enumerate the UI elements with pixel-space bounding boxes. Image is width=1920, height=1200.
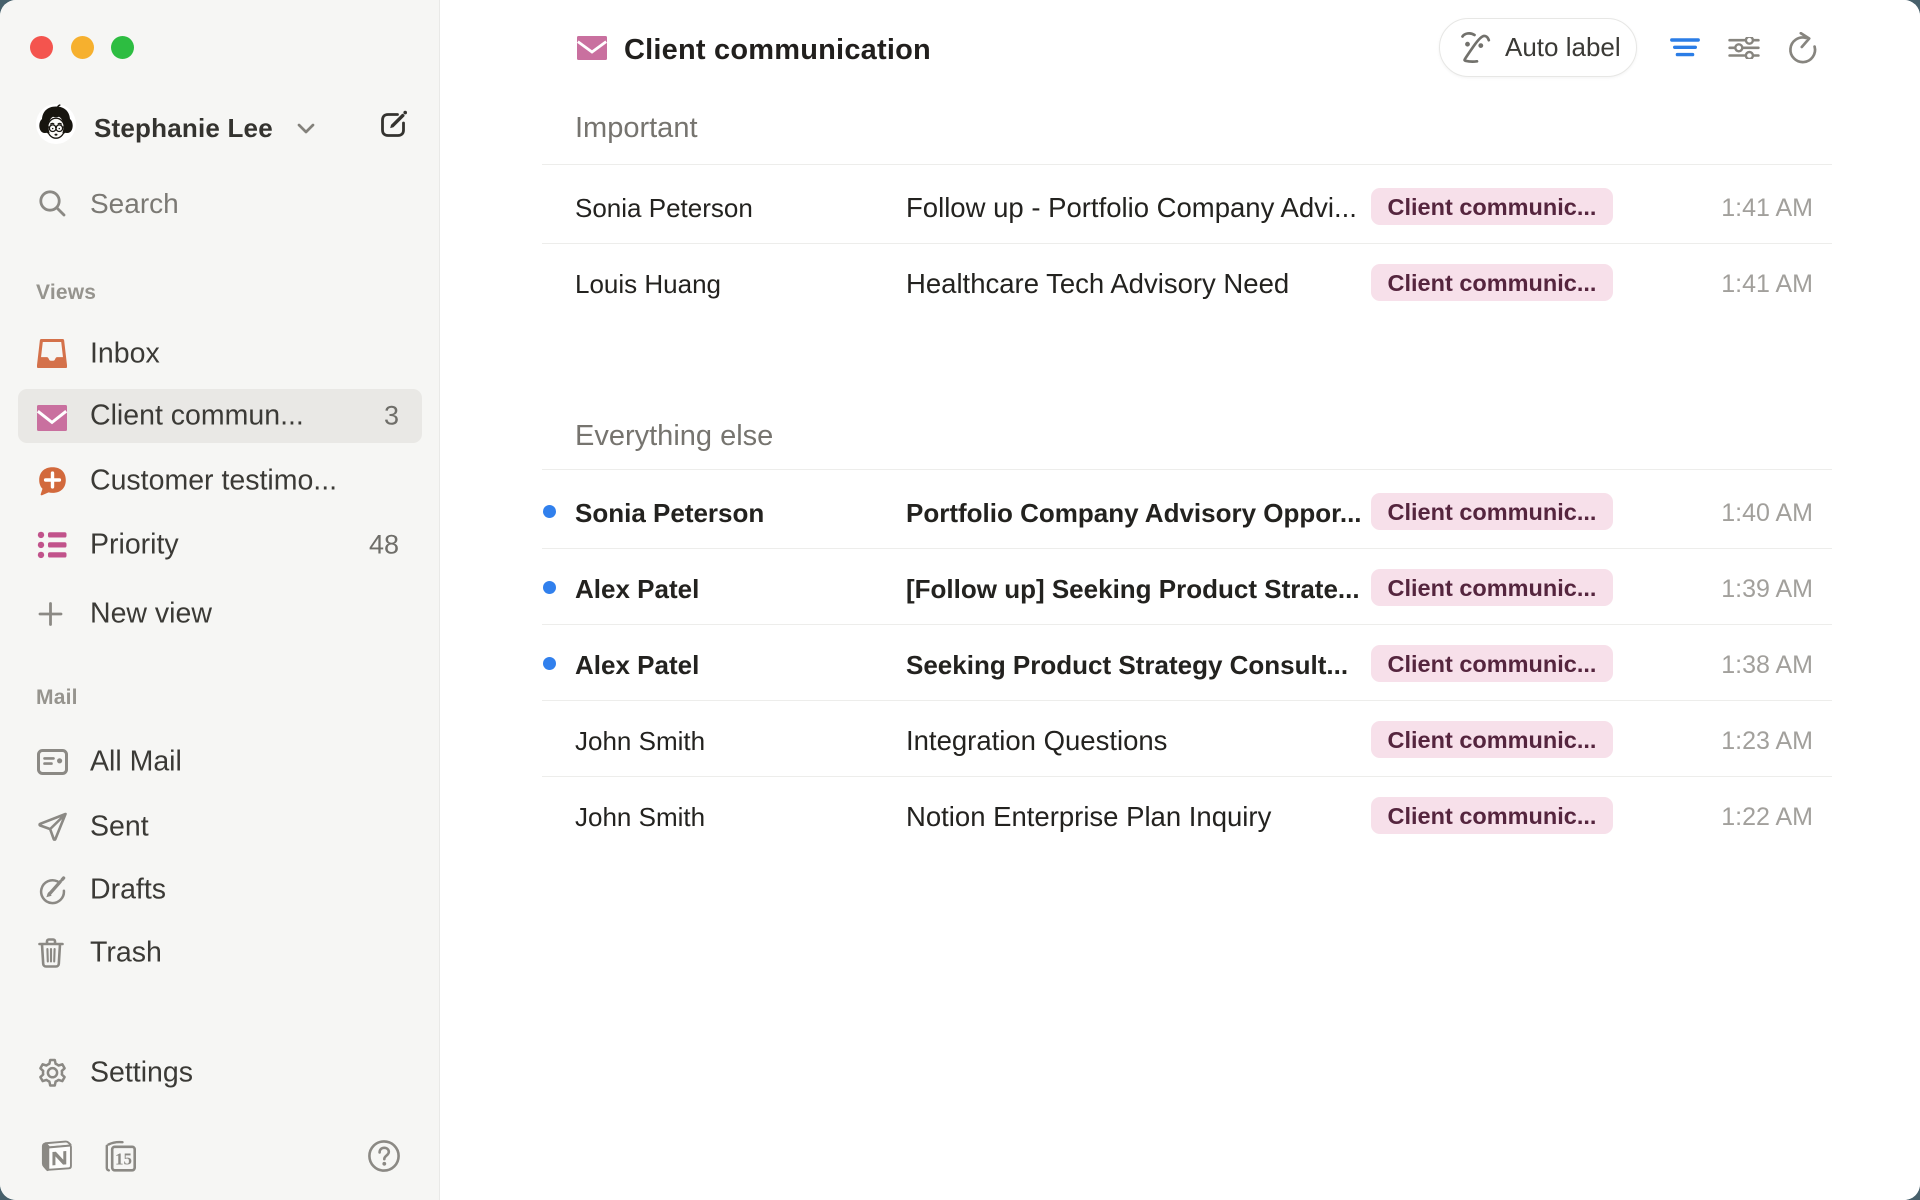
svg-text:15: 15 — [115, 1150, 132, 1169]
